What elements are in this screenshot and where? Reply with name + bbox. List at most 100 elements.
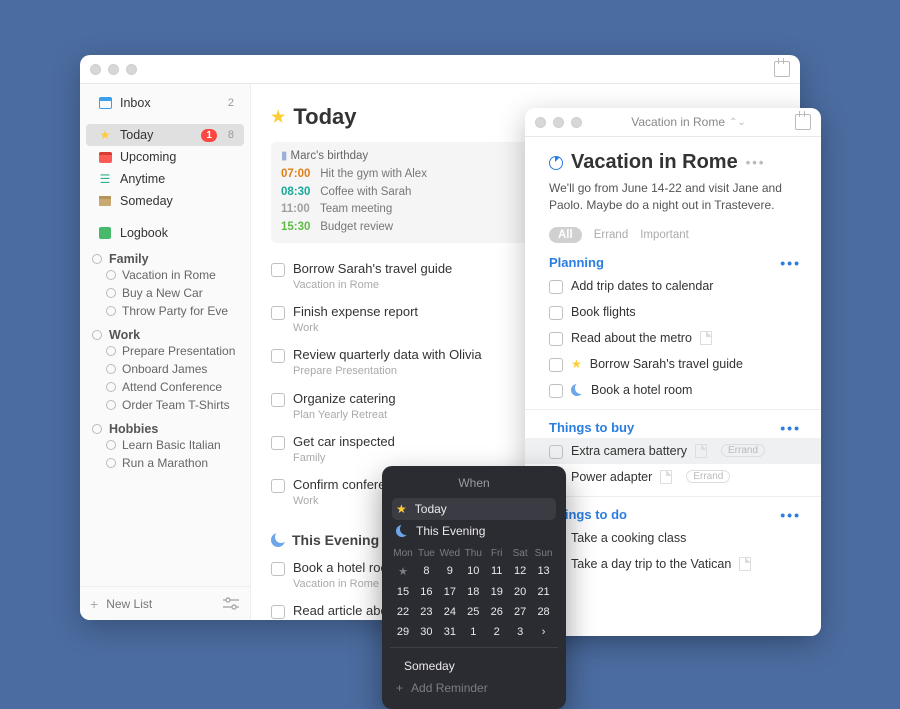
sidebar-anytime[interactable]: ☰ Anytime xyxy=(86,168,244,190)
checkbox[interactable] xyxy=(271,479,285,493)
checkbox[interactable] xyxy=(549,358,563,372)
checkbox[interactable] xyxy=(549,445,563,459)
checkbox[interactable] xyxy=(271,393,285,407)
sidebar-today[interactable]: ★ Today 1 8 xyxy=(86,124,244,146)
sidebar-project[interactable]: Onboard James xyxy=(80,360,250,378)
prefs-button[interactable] xyxy=(222,597,240,611)
project-todo[interactable]: Book a hotel room xyxy=(525,377,821,403)
project-heading[interactable]: Planning••• xyxy=(525,245,821,273)
project-todo[interactable]: Take a day trip to the Vatican xyxy=(525,551,821,577)
project-heading[interactable]: Things to do••• xyxy=(525,497,821,525)
min-dot[interactable] xyxy=(108,64,119,75)
project-icon xyxy=(106,440,116,450)
more-icon[interactable]: ••• xyxy=(746,155,766,170)
sidebar-logbook[interactable]: Logbook xyxy=(86,222,244,244)
box-icon xyxy=(99,196,111,206)
add-reminder[interactable]: + Add Reminder xyxy=(392,677,556,699)
heading-more-icon[interactable]: ••• xyxy=(780,420,801,436)
sidebar-footer: + New List xyxy=(80,586,250,620)
todo-tag[interactable]: Errand xyxy=(721,444,765,457)
project-todo[interactable]: Power adapter Errand xyxy=(525,464,821,490)
project-todo[interactable]: Extra camera battery Errand xyxy=(525,438,821,464)
share-icon[interactable] xyxy=(795,114,811,130)
checkbox[interactable] xyxy=(549,384,563,398)
traffic-lights[interactable] xyxy=(90,64,137,75)
when-popover: When ★ Today This Evening MonTueWedThuFr… xyxy=(382,466,566,709)
checkbox[interactable] xyxy=(549,332,563,346)
sidebar-area[interactable]: Hobbies xyxy=(80,420,250,436)
calendar-week[interactable]: 293031123› xyxy=(392,624,556,640)
checkbox[interactable] xyxy=(549,280,563,294)
today-label: Today xyxy=(120,128,193,142)
sidebar-upcoming[interactable]: Upcoming xyxy=(86,146,244,168)
calendar-week[interactable]: 22232425262728 xyxy=(392,604,556,620)
tag-important[interactable]: Important xyxy=(640,229,689,241)
inbox-icon xyxy=(99,98,112,109)
inbox-label: Inbox xyxy=(120,96,217,110)
tag-all[interactable]: All xyxy=(549,227,582,243)
sidebar-project[interactable]: Learn Basic Italian xyxy=(80,436,250,454)
checkbox[interactable] xyxy=(271,263,285,277)
sidebar-inbox[interactable]: Inbox 2 xyxy=(86,92,244,114)
share-icon[interactable] xyxy=(774,61,790,77)
close-dot[interactable] xyxy=(90,64,101,75)
moon-icon xyxy=(396,525,408,537)
calendar-week[interactable]: 15161718192021 xyxy=(392,584,556,600)
sidebar-project[interactable]: Buy a New Car xyxy=(80,284,250,302)
calendar-icon xyxy=(99,152,112,163)
when-this-evening[interactable]: This Evening xyxy=(392,520,556,542)
area-icon xyxy=(92,254,102,264)
tag-filter-row: All Errand Important xyxy=(525,219,821,245)
tag-errand[interactable]: Errand xyxy=(594,229,629,241)
checkbox[interactable] xyxy=(549,306,563,320)
project-todo[interactable]: ★Borrow Sarah's travel guide xyxy=(525,351,821,377)
checkbox[interactable] xyxy=(271,436,285,450)
max-dot[interactable] xyxy=(126,64,137,75)
close-dot[interactable] xyxy=(535,117,546,128)
sidebar-project[interactable]: Throw Party for Eve xyxy=(80,302,250,320)
inbox-count: 2 xyxy=(228,97,234,109)
project-todo[interactable]: Take a cooking class xyxy=(525,525,821,551)
plus-icon[interactable]: + xyxy=(90,596,98,612)
note-icon xyxy=(695,444,707,458)
when-someday[interactable]: Someday xyxy=(392,655,556,677)
titlebar: Vacation in Rome⌃⌄ xyxy=(525,108,821,137)
note-icon xyxy=(660,470,672,484)
window-title-dropdown[interactable]: Vacation in Rome⌃⌄ xyxy=(582,115,795,129)
upcoming-label: Upcoming xyxy=(120,150,234,164)
sidebar-someday[interactable]: Someday xyxy=(86,190,244,212)
new-list-button[interactable]: New List xyxy=(106,597,152,611)
max-dot[interactable] xyxy=(571,117,582,128)
sidebar-project[interactable]: Vacation in Rome xyxy=(80,266,250,284)
project-todo[interactable]: Add trip dates to calendar xyxy=(525,273,821,299)
todo-tag[interactable]: Errand xyxy=(686,470,730,483)
checkbox[interactable] xyxy=(271,562,285,576)
heading-more-icon[interactable]: ••• xyxy=(780,507,801,523)
sidebar-area[interactable]: Family xyxy=(80,250,250,266)
sidebar-area[interactable]: Work xyxy=(80,326,250,342)
area-icon xyxy=(92,424,102,434)
checkbox[interactable] xyxy=(271,349,285,363)
project-icon xyxy=(106,364,116,374)
heading-more-icon[interactable]: ••• xyxy=(780,255,801,271)
moon-icon xyxy=(571,384,583,396)
sidebar-project[interactable]: Order Team T-Shirts xyxy=(80,396,250,414)
project-todo[interactable]: Book flights xyxy=(525,299,821,325)
checkbox[interactable] xyxy=(271,306,285,320)
area-icon xyxy=(92,330,102,340)
when-today[interactable]: ★ Today xyxy=(392,498,556,520)
sidebar-project[interactable]: Run a Marathon xyxy=(80,454,250,472)
sidebar-project[interactable]: Prepare Presentation xyxy=(80,342,250,360)
logbook-label: Logbook xyxy=(120,226,234,240)
checkbox[interactable] xyxy=(271,605,285,619)
project-icon xyxy=(106,288,116,298)
sidebar-project[interactable]: Attend Conference xyxy=(80,378,250,396)
project-todo[interactable]: Read about the metro xyxy=(525,325,821,351)
project-notes[interactable]: We'll go from June 14-22 and visit Jane … xyxy=(549,180,797,215)
calendar-week[interactable]: ★8910111213 xyxy=(392,563,556,580)
project-icon xyxy=(106,270,116,280)
traffic-lights[interactable] xyxy=(535,117,582,128)
project-icon xyxy=(106,382,116,392)
min-dot[interactable] xyxy=(553,117,564,128)
project-heading[interactable]: Things to buy••• xyxy=(525,410,821,438)
